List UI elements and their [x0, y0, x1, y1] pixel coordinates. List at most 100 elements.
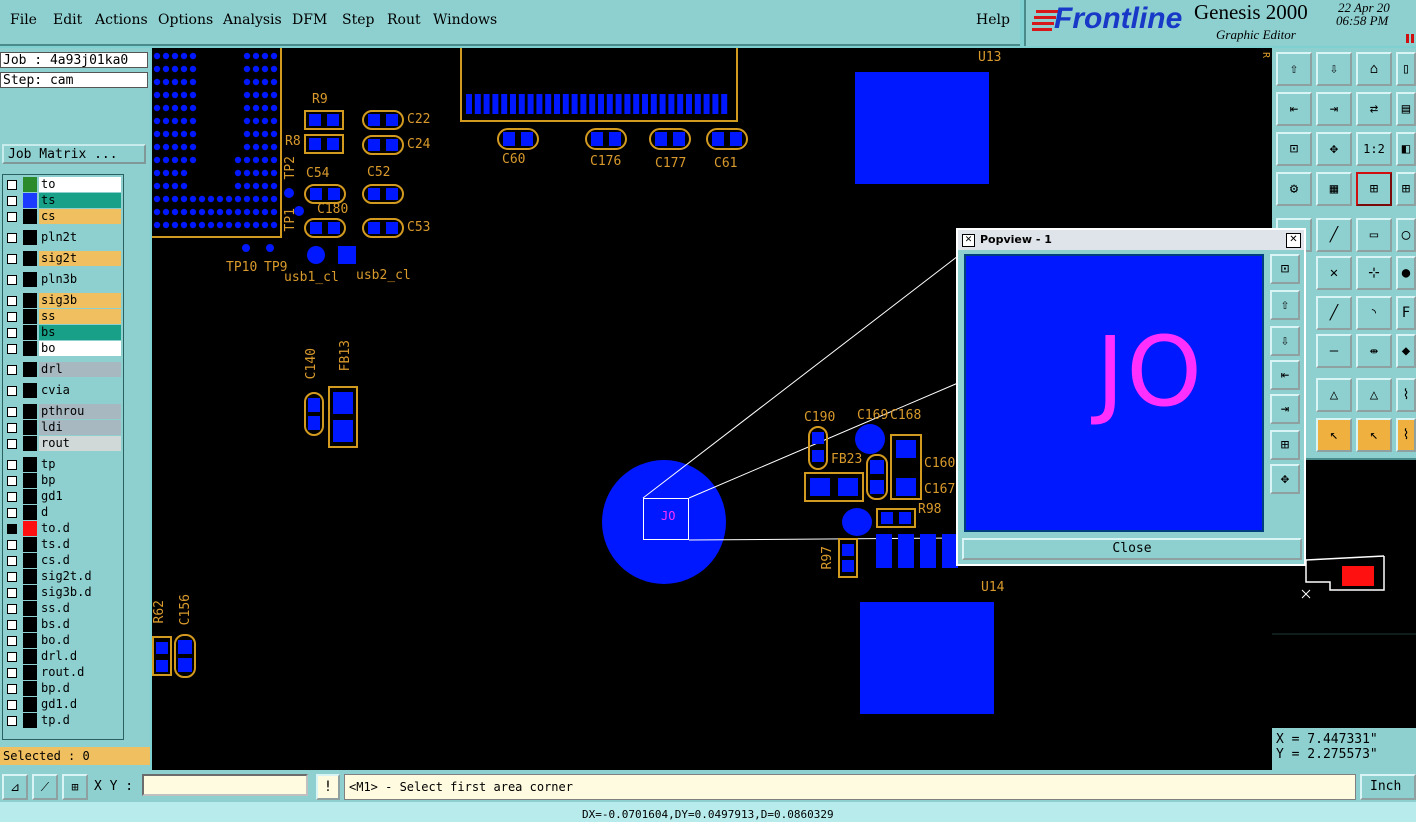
layer-checkbox[interactable] [7, 365, 17, 375]
draw-line-icon[interactable]: ╱ [1316, 218, 1352, 252]
circle-icon[interactable]: ◯ [1396, 218, 1416, 252]
menu-file[interactable]: File [10, 12, 37, 28]
layer-row[interactable]: to.d [3, 521, 121, 536]
layer-row[interactable]: tp.d [3, 713, 121, 728]
close-icon[interactable]: ✕ [1286, 233, 1301, 248]
popview-fit-icon[interactable]: ⊞ [1270, 430, 1300, 460]
delete-icon[interactable]: ✕ [1316, 256, 1352, 290]
layer-row[interactable]: gd1.d [3, 697, 121, 712]
swap-icon[interactable]: ⇄ [1356, 92, 1392, 126]
layer-row[interactable]: bo.d [3, 633, 121, 648]
layer-row[interactable]: pln3b [3, 272, 121, 287]
layer-checkbox[interactable] [7, 296, 17, 306]
layer-checkbox[interactable] [7, 344, 17, 354]
color-icon[interactable]: ◆ [1396, 334, 1416, 368]
popview-zoom-area[interactable]: JO [964, 254, 1264, 532]
house-icon[interactable]: ⌂ [1356, 52, 1392, 86]
menu-help[interactable]: Help [976, 12, 1010, 28]
home-down-icon[interactable]: ⇩ [1316, 52, 1352, 86]
popview-titlebar[interactable]: ✕ Popview - 1 ✕ [958, 230, 1304, 250]
layer-row[interactable]: bp [3, 473, 121, 488]
layer-row[interactable]: drl.d [3, 649, 121, 664]
layer-checkbox[interactable] [7, 196, 17, 206]
triangle-alt-icon[interactable]: △ [1356, 378, 1392, 412]
layer-checkbox[interactable] [7, 684, 17, 694]
popview-left-icon[interactable]: ⇤ [1270, 360, 1300, 390]
layer-checkbox[interactable] [7, 700, 17, 710]
layer-row[interactable]: ldi [3, 420, 121, 435]
layer-checkbox[interactable] [7, 407, 17, 417]
measure-icon[interactable]: — [1316, 334, 1352, 368]
layer-checkbox[interactable] [7, 439, 17, 449]
arc-icon[interactable]: ◝ [1356, 296, 1392, 330]
align-icon[interactable]: ⇹ [1356, 334, 1392, 368]
popview-zoom-icon[interactable]: ⊡ [1270, 254, 1300, 284]
menu-windows[interactable]: Windows [433, 12, 497, 28]
layer-checkbox[interactable] [7, 668, 17, 678]
text-icon[interactable]: F [1396, 296, 1416, 330]
menu-rout[interactable]: Rout [387, 12, 421, 28]
layer-row[interactable]: sig3b [3, 293, 121, 308]
layer-checkbox[interactable] [7, 508, 17, 518]
layer-checkbox[interactable] [7, 492, 17, 502]
menu-options[interactable]: Options [158, 12, 213, 28]
layer-row[interactable]: pthrou [3, 404, 121, 419]
frame-icon[interactable]: ▯ [1396, 52, 1416, 86]
layer-row[interactable]: drl [3, 362, 121, 377]
layer-row[interactable]: ss [3, 309, 121, 324]
pad-icon[interactable]: ● [1396, 256, 1416, 290]
layer-row[interactable]: ts [3, 193, 121, 208]
layer-row[interactable]: bp.d [3, 681, 121, 696]
layer-checkbox[interactable] [7, 180, 17, 190]
layer-checkbox[interactable] [7, 386, 17, 396]
add-point-icon[interactable]: ⊹ [1356, 256, 1392, 290]
layer-row[interactable]: d [3, 505, 121, 520]
job-matrix-button[interactable]: Job Matrix ... [2, 144, 146, 164]
layer-row[interactable]: cs.d [3, 553, 121, 568]
grid-icon[interactable]: ▦ [1316, 172, 1352, 206]
zoom-fit-icon[interactable]: ⊡ [1276, 132, 1312, 166]
zoom-ratio-icon[interactable]: 1:2 [1356, 132, 1392, 166]
layer-checkbox[interactable] [7, 328, 17, 338]
snap-mode-icon[interactable]: ⊞ [62, 774, 88, 800]
layer-checkbox[interactable] [7, 460, 17, 470]
menu-step[interactable]: Step [342, 12, 374, 28]
layer-row[interactable]: to [3, 177, 121, 192]
select-alt-icon[interactable]: ↖ [1356, 418, 1392, 452]
layer-checkbox[interactable] [7, 476, 17, 486]
layer-checkbox[interactable] [7, 716, 17, 726]
layer-checkbox[interactable] [7, 572, 17, 582]
popview-close-button[interactable]: Close [962, 538, 1302, 560]
cursor-mode-icon[interactable]: ⊿ [2, 774, 28, 800]
menu-analysis[interactable]: Analysis [223, 12, 282, 28]
layer-row[interactable]: rout.d [3, 665, 121, 680]
layer-checkbox[interactable] [7, 312, 17, 322]
layer-row[interactable]: bs [3, 325, 121, 340]
layer-row[interactable]: sig3b.d [3, 585, 121, 600]
layer-row[interactable]: ss.d [3, 601, 121, 616]
snap-alt-icon[interactable]: ⊞ [1396, 172, 1416, 206]
popview-right-icon[interactable]: ⇥ [1270, 394, 1300, 424]
popview-up-icon[interactable]: ⇧ [1270, 290, 1300, 320]
layer-row[interactable]: cs [3, 209, 121, 224]
menu-actions[interactable]: Actions [95, 12, 148, 28]
layer-checkbox[interactable] [7, 423, 17, 433]
layer-row[interactable]: gd1 [3, 489, 121, 504]
select-icon[interactable]: ↖ [1316, 418, 1352, 452]
layer-checkbox[interactable] [7, 254, 17, 264]
layer-checkbox[interactable] [7, 233, 17, 243]
layer-checkbox[interactable] [7, 540, 17, 550]
layer-checkbox[interactable] [7, 212, 17, 222]
menu-edit[interactable]: Edit [53, 12, 82, 28]
move-left-icon[interactable]: ⇤ [1276, 92, 1312, 126]
layer-row[interactable]: ts.d [3, 537, 121, 552]
triangle-icon[interactable]: △ [1316, 378, 1352, 412]
menu-dfm[interactable]: DFM [292, 12, 327, 28]
measure-mode-icon[interactable]: ⟋ [32, 774, 58, 800]
layer-row[interactable]: cvia [3, 383, 121, 398]
unit-selector[interactable]: Inch [1360, 774, 1416, 800]
split-icon[interactable]: ◧ [1396, 132, 1416, 166]
layer-row[interactable]: tp [3, 457, 121, 472]
home-up-icon[interactable]: ⇧ [1276, 52, 1312, 86]
layer-row[interactable]: sig2t.d [3, 569, 121, 584]
